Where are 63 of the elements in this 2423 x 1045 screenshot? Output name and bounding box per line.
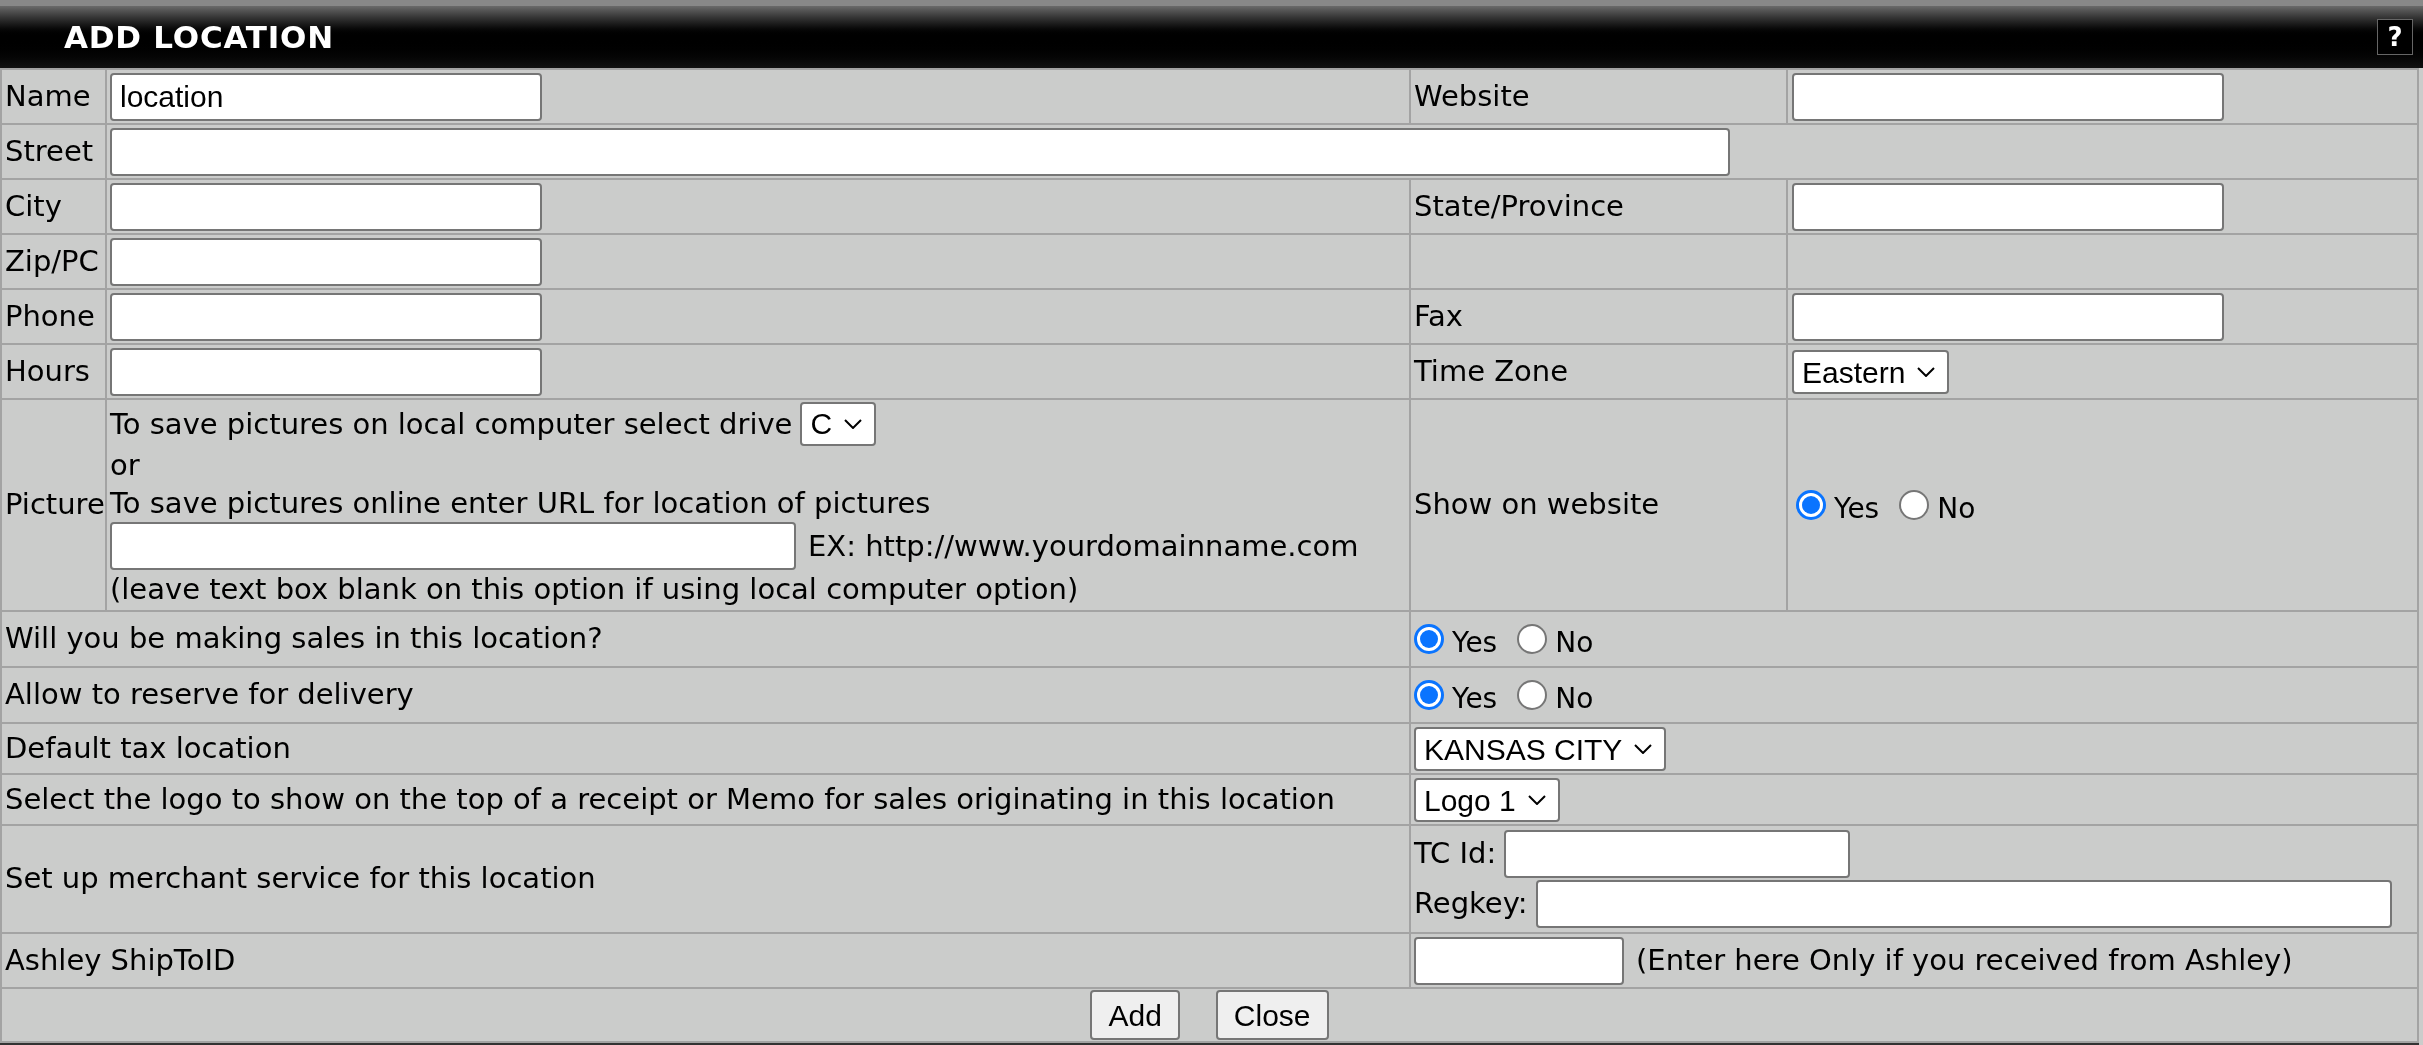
field-label: Default tax location (5, 730, 291, 765)
text-field[interactable] (110, 237, 542, 286)
field-label: City (5, 188, 62, 223)
note-text: (leave text box blank on this option if using local computer option) (110, 571, 1080, 608)
field-label: Time Zone (1414, 353, 1569, 388)
instruction-text: To save pictures on local computer select drive (110, 406, 793, 443)
text-field[interactable] (110, 182, 542, 231)
field-label: Allow to reserve for delivery (5, 677, 414, 712)
field-label: Show on website (1414, 487, 1660, 522)
field-label: TC Id: (1414, 835, 1497, 873)
dropdown[interactable]: KANSAS CITY (1414, 727, 1667, 771)
text-field[interactable]: location (110, 72, 542, 121)
text-field[interactable] (110, 127, 1730, 176)
field-label: Phone (5, 298, 95, 333)
field-label: Website (1414, 78, 1530, 113)
field-label: Regkey: (1414, 885, 1528, 923)
text-field[interactable] (110, 347, 542, 396)
text-field[interactable] (1504, 830, 1851, 878)
chevron-icon (1917, 367, 1936, 377)
window-title: ADD LOCATION (63, 17, 334, 57)
field-label: Street (5, 133, 94, 168)
text-field[interactable] (1792, 72, 2224, 121)
dropdown[interactable]: C (800, 402, 877, 446)
option-label: No (1555, 625, 1594, 661)
field-label: Hours (5, 353, 90, 388)
dialog-button[interactable]: Close (1215, 990, 1329, 1040)
field-label: State/Province (1414, 188, 1624, 223)
field-label: Zip/PC (5, 243, 99, 278)
text-field[interactable] (110, 292, 542, 341)
field-label: Fax (1414, 298, 1463, 333)
radio-button[interactable] (1796, 490, 1826, 520)
option-label: Yes (1834, 491, 1880, 527)
text-field[interactable] (1414, 936, 1624, 985)
field-label: Name (5, 78, 91, 113)
option-label: No (1937, 491, 1976, 527)
dropdown[interactable]: Eastern (1792, 350, 1950, 394)
text-field[interactable] (1792, 292, 2224, 341)
example-text: EX: http://www.yourdomainname.com (808, 528, 1359, 565)
field-label: Will you be making sales in this location? (5, 621, 603, 656)
text-field[interactable] (1535, 880, 2392, 928)
radio-button[interactable] (1414, 680, 1444, 710)
chevron-icon (1634, 744, 1653, 754)
field-label: Set up merchant service for this location (5, 861, 596, 896)
help-button[interactable]: ? (2377, 19, 2413, 55)
instruction-text: To save pictures online enter URL for location of pictures (110, 485, 932, 522)
field-label: Ashley ShipToID (5, 942, 236, 977)
dialog-button[interactable]: Add (1090, 990, 1180, 1040)
note-text: (Enter here Only if you received from Ashley) (1636, 941, 2293, 979)
radio-button[interactable] (1899, 490, 1930, 520)
field-label: Select the logo to show on the top of a receipt or Memo for sales originating in this location (5, 781, 1335, 816)
instruction-text: or (110, 447, 141, 484)
field-label: Picture (5, 487, 105, 522)
chevron-icon (1527, 795, 1546, 805)
dropdown[interactable]: Logo 1 (1414, 778, 1560, 822)
radio-button[interactable] (1414, 624, 1444, 654)
chevron-icon (844, 419, 863, 429)
option-label: No (1555, 681, 1594, 717)
option-label: Yes (1452, 625, 1498, 661)
option-label: Yes (1452, 681, 1498, 717)
radio-button[interactable] (1517, 680, 1548, 710)
radio-button[interactable] (1517, 624, 1548, 654)
text-field[interactable] (1792, 182, 2224, 231)
text-field[interactable] (110, 522, 796, 570)
